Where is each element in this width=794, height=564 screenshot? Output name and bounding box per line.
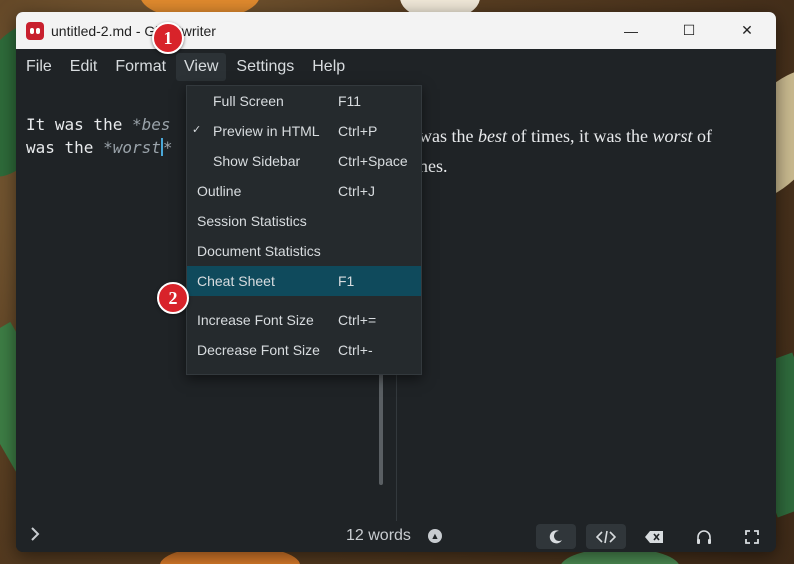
menu-item-label: Show Sidebar xyxy=(213,153,301,169)
menu-item-outline[interactable]: Outline Ctrl+J xyxy=(187,176,421,206)
status-bar: 12 words ▲ xyxy=(16,521,776,552)
preview-emphasis-worst: worst xyxy=(652,126,693,146)
menu-help[interactable]: Help xyxy=(304,53,353,81)
close-button[interactable]: ✕ xyxy=(718,12,776,49)
html-preview: was the best of times, it was the worst … xyxy=(397,85,776,521)
minimize-button[interactable]: — xyxy=(602,12,660,49)
view-menu-dropdown: Full Screen F11 ✓ Preview in HTML Ctrl+P… xyxy=(186,85,422,375)
window-title: untitled-2.md - Ghostwriter xyxy=(51,22,216,39)
menu-item-label: Increase Font Size xyxy=(197,312,314,328)
editor-line1-emphasis: *bes xyxy=(131,115,171,134)
preview-segment: of times, it was the xyxy=(506,126,653,146)
menu-item-full-screen[interactable]: Full Screen F11 xyxy=(187,86,421,116)
menu-file[interactable]: File xyxy=(18,53,60,81)
maximize-button[interactable]: ☐ xyxy=(660,12,718,49)
menu-item-shortcut: F11 xyxy=(338,93,362,109)
focus-mode-button[interactable] xyxy=(684,524,724,549)
dark-mode-button[interactable] xyxy=(536,524,576,549)
menu-item-label: Decrease Font Size xyxy=(197,342,320,358)
backspace-icon xyxy=(645,530,663,543)
menu-item-show-sidebar[interactable]: Show Sidebar Ctrl+Space xyxy=(187,146,421,176)
chevron-right-icon[interactable] xyxy=(30,527,40,546)
headphones-icon xyxy=(697,529,711,544)
menu-item-shortcut: F1 xyxy=(338,273,355,289)
menu-item-label: Outline xyxy=(197,183,242,199)
title-bar[interactable]: untitled-2.md - Ghostwriter — ☐ ✕ xyxy=(16,12,776,49)
window-controls: — ☐ ✕ xyxy=(602,12,776,49)
editor-line2-text: was the xyxy=(26,138,104,157)
editor-text[interactable]: It was the *bes was the *worst * xyxy=(26,113,196,159)
preview-toggle-button[interactable] xyxy=(586,524,626,549)
menu-item-document-statistics[interactable]: Document Statistics xyxy=(187,236,421,266)
word-count[interactable]: 12 words xyxy=(346,527,411,545)
menu-item-shortcut: Ctrl+- xyxy=(338,342,373,358)
menu-item-increase-font-size[interactable]: Increase Font Size Ctrl+= xyxy=(187,305,421,335)
menu-item-cheat-sheet[interactable]: Cheat Sheet F1 xyxy=(187,266,421,296)
chevron-up-icon[interactable]: ▲ xyxy=(428,529,442,543)
checkmark-icon: ✓ xyxy=(192,124,202,136)
editor-line2-emphasis: *worst xyxy=(103,138,161,157)
preview-segment: of xyxy=(692,126,712,146)
ghostwriter-app-icon xyxy=(26,21,44,40)
fullscreen-button[interactable] xyxy=(732,524,772,549)
menu-item-label: Full Screen xyxy=(213,93,284,109)
menu-item-preview-in-html[interactable]: ✓ Preview in HTML Ctrl+P xyxy=(187,116,421,146)
hemingway-mode-button[interactable] xyxy=(634,524,674,549)
menu-separator xyxy=(187,296,421,305)
editor-scrollbar[interactable] xyxy=(379,365,383,485)
editor-line1-text: It was the xyxy=(26,115,132,134)
menu-settings[interactable]: Settings xyxy=(228,53,302,81)
preview-emphasis-best: best xyxy=(477,126,507,146)
menu-view[interactable]: View xyxy=(176,53,227,81)
moon-icon xyxy=(549,529,562,543)
menu-format[interactable]: Format xyxy=(107,53,174,81)
code-icon xyxy=(596,530,616,543)
menu-item-shortcut: Ctrl+P xyxy=(338,123,378,139)
preview-segment: was the xyxy=(419,126,478,146)
preview-text: was the best of times, it was the worst … xyxy=(419,121,759,181)
menu-item-shortcut: Ctrl+J xyxy=(338,183,375,199)
menu-item-label: Document Statistics xyxy=(197,243,321,259)
menu-item-label: Cheat Sheet xyxy=(197,273,275,289)
fullscreen-icon xyxy=(745,529,759,544)
menu-item-shortcut: Ctrl+= xyxy=(338,312,377,328)
menu-bar: File Edit Format View Settings Help xyxy=(16,49,776,85)
menu-edit[interactable]: Edit xyxy=(62,53,106,81)
editor-line2-suffix: * xyxy=(162,138,173,157)
menu-item-shortcut: Ctrl+Space xyxy=(338,153,408,169)
step-badge-1: 1 xyxy=(152,22,184,54)
menu-item-decrease-font-size[interactable]: Decrease Font Size Ctrl+- xyxy=(187,335,421,365)
step-badge-2: 2 xyxy=(157,282,189,314)
menu-item-label: Preview in HTML xyxy=(213,123,320,139)
preview-line2: nes. xyxy=(419,156,448,176)
menu-item-label: Session Statistics xyxy=(197,213,307,229)
menu-item-session-statistics[interactable]: Session Statistics xyxy=(187,206,421,236)
